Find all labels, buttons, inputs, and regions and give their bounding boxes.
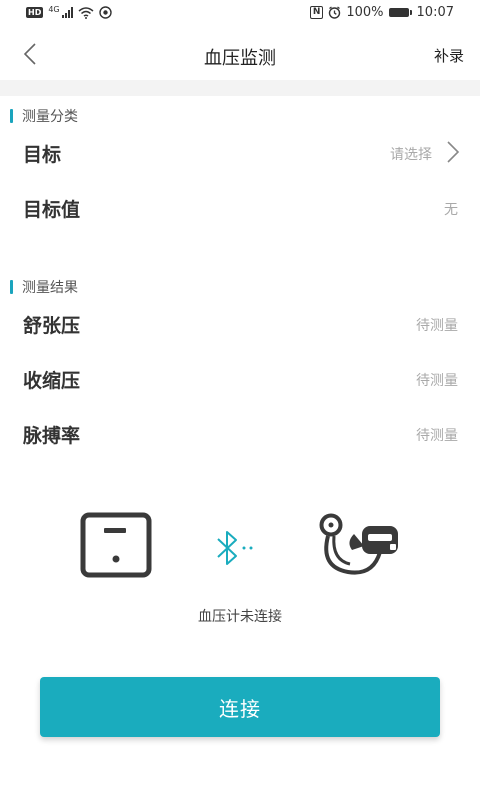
blood-pressure-cuff-icon (319, 513, 398, 575)
device-connection-status: 血压计未连接 (198, 609, 282, 625)
diastolic-label: 舒张压 (23, 315, 81, 337)
app-header: 血压监测 补录 (0, 28, 480, 80)
section-result-header: 测量结果 (0, 277, 78, 297)
hd-badge: HD (26, 7, 44, 18)
phone-device-icon (80, 512, 152, 578)
diastolic-row: 舒张压 待测量 (0, 304, 480, 344)
target-row[interactable]: 目标 请选择 (0, 133, 480, 173)
bluetooth-icon (217, 531, 253, 565)
page-title: 血压监测 (204, 48, 276, 69)
section-title: 测量结果 (22, 280, 78, 296)
systolic-value: 待测量 (416, 373, 458, 389)
section-category-header: 测量分类 (0, 106, 78, 126)
connect-button[interactable]: 连接 (40, 677, 440, 737)
battery-percent: 100% (346, 5, 384, 20)
status-left: HD 4G (26, 5, 112, 19)
eye-comfort-icon (98, 6, 112, 19)
section-accent-bar (10, 280, 13, 294)
alarm-icon (329, 6, 341, 19)
pulse-row: 脉搏率 待测量 (0, 414, 480, 454)
network-type: 4G (48, 5, 60, 14)
battery-icon (388, 8, 412, 17)
signal-icon (61, 7, 73, 18)
chevron-right-icon (447, 141, 460, 163)
nfc-icon: N (309, 6, 324, 19)
systolic-row: 收缩压 待测量 (0, 359, 480, 399)
add-record-button[interactable]: 补录 (434, 45, 464, 66)
section-title: 测量分类 (22, 109, 78, 125)
target-value-value: 无 (444, 202, 458, 218)
header-divider (0, 80, 480, 96)
clock: 10:07 (416, 5, 454, 20)
target-label: 目标 (23, 144, 62, 166)
section-accent-bar (10, 109, 13, 123)
status-right: N 100% 10:07 (309, 5, 454, 20)
target-value-row: 目标值 无 (0, 188, 480, 228)
device-connection-graphic (0, 508, 480, 588)
diastolic-value: 待测量 (416, 318, 458, 334)
systolic-label: 收缩压 (23, 370, 81, 392)
pulse-value: 待测量 (416, 428, 458, 444)
pulse-label: 脉搏率 (23, 425, 81, 447)
status-bar: HD 4G N 100% 10:07 (0, 0, 480, 28)
wifi-icon (78, 6, 94, 19)
target-value-label: 目标值 (23, 199, 81, 221)
target-value: 请选择 (390, 147, 432, 163)
